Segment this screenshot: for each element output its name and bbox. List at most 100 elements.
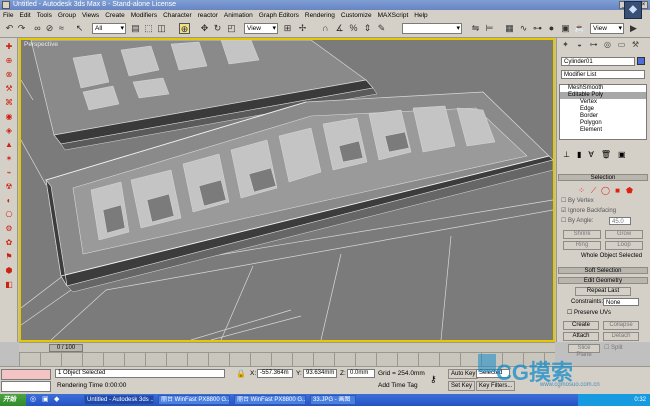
stack-item[interactable]: MeshSmooth: [560, 85, 646, 92]
tool-icon[interactable]: ⚙: [3, 223, 15, 234]
create-tab-icon[interactable]: ✦: [559, 39, 572, 51]
auto-key-button[interactable]: Auto Key: [448, 369, 479, 379]
lock-selection-icon[interactable]: 🔒: [236, 370, 246, 378]
viewport-label[interactable]: Perspective: [24, 41, 58, 48]
tool-icon[interactable]: ⬢: [3, 265, 15, 276]
grow-button[interactable]: Grow: [605, 230, 643, 239]
menu-maxscript[interactable]: MAXScript: [375, 12, 412, 19]
render-last-icon[interactable]: ▶: [628, 23, 639, 34]
menu-rendering[interactable]: Rendering: [302, 12, 338, 19]
menu-character[interactable]: Character: [160, 12, 195, 19]
vertex-icon[interactable]: ⁘: [577, 186, 586, 195]
maxscript-listener-input[interactable]: [1, 369, 51, 380]
modify-tab-icon[interactable]: ◒: [573, 39, 586, 51]
utilities-tab-icon[interactable]: ⚒: [629, 39, 642, 51]
y-coordinate-field[interactable]: 93.634mm: [303, 369, 337, 378]
element-icon[interactable]: ⬟: [625, 186, 634, 195]
curve-editor-icon[interactable]: ∿: [518, 23, 529, 34]
taskbar-item[interactable]: Untitled - Autodesk 3ds ...: [84, 395, 154, 405]
key-icon[interactable]: ⚷: [430, 375, 437, 384]
pivot-center-icon[interactable]: ⊞: [282, 23, 293, 34]
tool-icon[interactable]: ☢: [3, 181, 15, 192]
clock[interactable]: 0:32: [634, 397, 646, 403]
object-name-field[interactable]: Cylinder01: [561, 57, 635, 66]
x-coordinate-field[interactable]: -557.364m: [257, 369, 293, 378]
border-icon[interactable]: ◯: [601, 186, 610, 195]
reference-coord-dropdown[interactable]: View: [244, 23, 278, 34]
by-vertex-checkbox[interactable]: ☐ By Vertex: [561, 198, 594, 205]
time-slider-thumb[interactable]: 0 / 100: [49, 344, 83, 352]
quick-render-icon[interactable]: ☕: [574, 23, 585, 34]
menu-create[interactable]: Create: [102, 12, 128, 19]
edit-geometry-rollout[interactable]: Edit Geometry: [558, 277, 648, 284]
remove-modifier-icon[interactable]: 🗑: [601, 150, 611, 159]
z-coordinate-field[interactable]: 0.0mm: [347, 369, 375, 378]
preserve-uvs-checkbox[interactable]: ☐ Preserve UVs: [567, 310, 611, 317]
time-slider[interactable]: 0 / 100: [19, 342, 555, 352]
menu-customize[interactable]: Customize: [338, 12, 375, 19]
render-type-dropdown[interactable]: View: [590, 23, 624, 34]
object-color-swatch[interactable]: [637, 57, 645, 65]
schematic-view-icon[interactable]: ⊶: [532, 23, 543, 34]
menu-graph-editors[interactable]: Graph Editors: [256, 12, 302, 19]
by-angle-field[interactable]: 45.0: [609, 217, 631, 225]
stack-item[interactable]: Element: [560, 127, 646, 134]
polygon-icon[interactable]: ■: [613, 186, 622, 195]
stack-item[interactable]: Vertex: [560, 99, 646, 106]
tool-icon[interactable]: ◈: [3, 125, 15, 136]
menu-reactor[interactable]: reactor: [195, 12, 221, 19]
menu-edit[interactable]: Edit: [16, 12, 33, 19]
start-button[interactable]: 开始: [0, 394, 26, 406]
add-time-tag[interactable]: Add Time Tag: [378, 382, 418, 390]
undo-icon[interactable]: ↶: [4, 23, 15, 34]
select-scale-icon[interactable]: ◰: [226, 23, 237, 34]
edit-named-sel-icon[interactable]: ✎: [376, 23, 387, 34]
quick-launch-icon[interactable]: ◆: [54, 396, 59, 404]
select-rotate2-icon[interactable]: ↻: [212, 23, 223, 34]
tool-icon[interactable]: ⊕: [3, 55, 15, 66]
named-selection-dropdown[interactable]: [402, 23, 462, 34]
loop-button[interactable]: Loop: [605, 241, 643, 250]
menu-tools[interactable]: Tools: [34, 12, 55, 19]
pin-stack-icon[interactable]: ⊥: [563, 150, 570, 159]
stack-item[interactable]: Edge: [560, 106, 646, 113]
tool-icon[interactable]: ⌁: [3, 167, 15, 178]
selection-filter-dropdown[interactable]: All: [92, 23, 126, 34]
menu-file[interactable]: File: [0, 12, 16, 19]
taskbar-item[interactable]: 丽台 WinFast PX8800 G...: [234, 395, 306, 405]
menu-group[interactable]: Group: [55, 12, 79, 19]
ring-button[interactable]: Ring: [563, 241, 601, 250]
select-manipulate-icon[interactable]: ✢: [297, 23, 308, 34]
select-move-icon[interactable]: ⊕: [179, 23, 190, 34]
percent-snap-icon[interactable]: %: [348, 23, 359, 34]
tool-icon[interactable]: ✚: [3, 41, 15, 52]
snap-toggle-icon[interactable]: ∩: [320, 23, 331, 34]
by-angle-checkbox[interactable]: ☐ By Angle:: [561, 218, 593, 225]
quick-launch-icon[interactable]: ▣: [42, 396, 49, 404]
shrink-button[interactable]: Shrink: [563, 230, 601, 239]
make-unique-icon[interactable]: ∀: [588, 150, 593, 159]
selection-rollout[interactable]: Selection: [558, 174, 648, 181]
layer-manager-icon[interactable]: ▦: [504, 23, 515, 34]
select-rotate-icon[interactable]: ✥: [199, 23, 210, 34]
redo-icon[interactable]: ↷: [16, 23, 27, 34]
repeat-last-button[interactable]: Repeat Last: [575, 287, 631, 296]
soft-selection-rollout[interactable]: Soft Selection: [558, 267, 648, 274]
tool-icon[interactable]: ◧: [3, 279, 15, 290]
edge-icon[interactable]: ⟋: [589, 186, 598, 195]
region-select-icon[interactable]: ⬚: [143, 23, 154, 34]
attach-button[interactable]: Attach: [563, 332, 599, 341]
quick-launch-icon[interactable]: ◎: [30, 396, 36, 404]
modifier-list-dropdown[interactable]: Modifier List: [561, 70, 645, 79]
menu-animation[interactable]: Animation: [221, 12, 256, 19]
tool-icon[interactable]: ✿: [3, 237, 15, 248]
bind-spacewarp-icon[interactable]: ≈: [56, 23, 67, 34]
ignore-backfacing-checkbox[interactable]: ☑ Ignore Backfacing: [561, 208, 616, 215]
set-key-button[interactable]: Set Key: [448, 381, 476, 391]
show-end-result-icon[interactable]: ▮: [577, 150, 581, 159]
taskbar-item[interactable]: 丽台 WinFast PX8800 G...: [158, 395, 230, 405]
tool-icon[interactable]: ⚑: [3, 251, 15, 262]
stack-item[interactable]: Border: [560, 113, 646, 120]
render-scene-icon[interactable]: ▣: [560, 23, 571, 34]
window-crossing-icon[interactable]: ◫: [156, 23, 167, 34]
